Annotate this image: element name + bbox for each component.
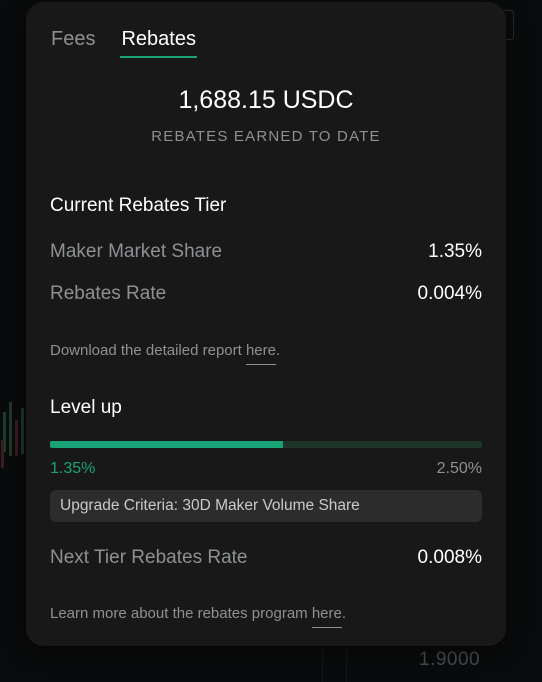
rebates-rate-value: 0.004% xyxy=(417,283,482,304)
upgrade-criteria-badge: Upgrade Criteria: 30D Maker Volume Share xyxy=(50,490,482,522)
tab-rebates[interactable]: Rebates xyxy=(120,28,197,58)
current-tier-title: Current Rebates Tier xyxy=(50,195,227,216)
current-share-label: 1.35% xyxy=(50,460,96,477)
learn-more-text: Learn more about the rebates program xyxy=(50,605,312,622)
background-price-label: 1.9000 xyxy=(419,649,481,670)
learn-more-here-link[interactable]: here xyxy=(311,605,342,628)
learn-more-suffix: . xyxy=(341,605,347,622)
rebates-total-caption: REBATES EARNED TO DATE xyxy=(151,128,381,145)
report-note-suffix: . xyxy=(276,342,281,359)
target-share-label: 2.50% xyxy=(436,460,482,477)
rebates-total: 1,688.15 USDC xyxy=(178,86,354,114)
tab-bar: Fees Rebates xyxy=(50,28,197,58)
level-progress-bar xyxy=(50,441,482,448)
level-progress-fill xyxy=(50,441,284,448)
tab-fees[interactable]: Fees xyxy=(50,28,96,58)
maker-market-share-row: Maker Market Share 1.35% xyxy=(50,241,482,263)
learn-more-note: Learn more about the rebates program her… xyxy=(50,605,347,628)
rebates-popover: Fees Rebates 1,688.15 USDC REBATES EARNE… xyxy=(26,2,506,646)
next-tier-rate-label: Next Tier Rebates Rate xyxy=(50,547,248,568)
rebates-rate-label: Rebates Rate xyxy=(50,283,167,304)
report-here-link[interactable]: here xyxy=(245,342,276,365)
maker-market-share-label: Maker Market Share xyxy=(50,241,223,262)
maker-market-share-value: 1.35% xyxy=(428,241,482,262)
rebates-rate-row: Rebates Rate 0.004% xyxy=(50,283,482,305)
next-tier-rate-value: 0.008% xyxy=(417,547,482,568)
background-candles xyxy=(1,402,24,468)
report-note-text: Download the detailed report xyxy=(50,342,246,359)
report-note: Download the detailed report here. xyxy=(50,342,281,365)
level-progress-labels: 1.35% 2.50% xyxy=(50,460,482,478)
level-up-title: Level up xyxy=(50,397,122,418)
next-tier-rate-row: Next Tier Rebates Rate 0.008% xyxy=(50,547,482,569)
